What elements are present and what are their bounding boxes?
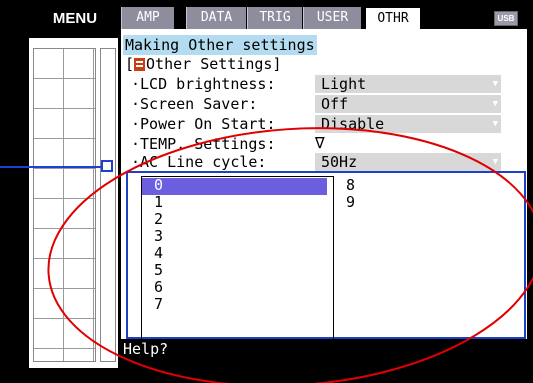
highlight-ellipse: [47, 127, 533, 383]
annotation-ellipse: [47, 127, 533, 383]
